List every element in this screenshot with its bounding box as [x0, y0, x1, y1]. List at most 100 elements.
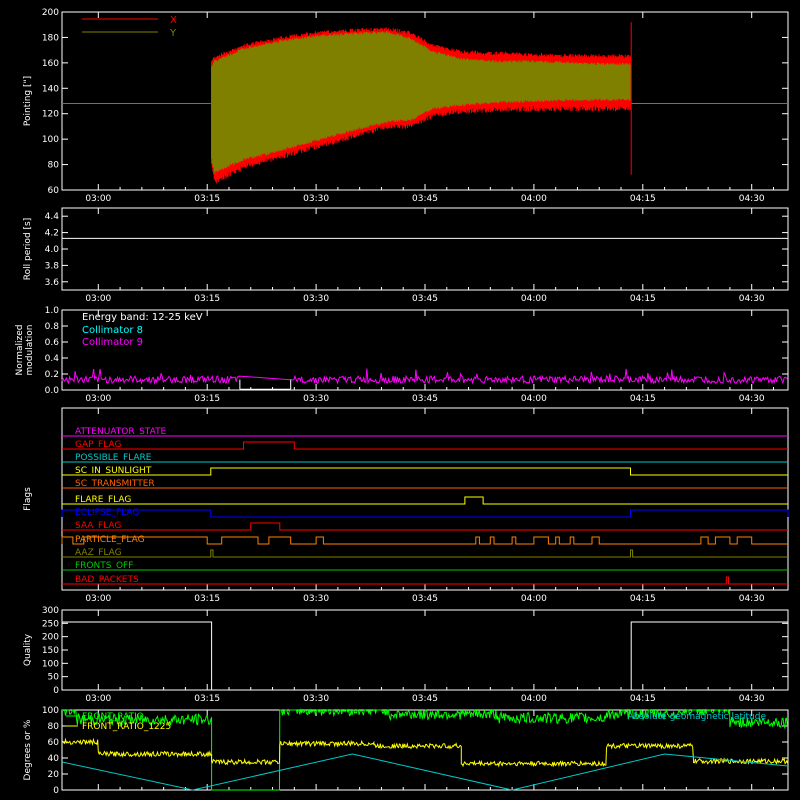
- modulation-ytick-label: 0.8: [45, 322, 60, 332]
- modulation-ytick-label: 0.4: [45, 354, 60, 364]
- modulation-ylabel: Normalized: [15, 324, 25, 375]
- flag-label-flare-flag: FLARE_FLAG: [75, 495, 131, 505]
- flag-trace-flare-flag: [62, 496, 788, 505]
- flag-label-sc-transmitter: SC_TRANSMITTER: [75, 479, 155, 489]
- flag-label-particle-flag: PARTICLE_FLAG: [75, 535, 145, 545]
- quality-time-label: 03:00: [85, 694, 111, 704]
- pointing-ytick-label: 160: [42, 59, 59, 69]
- modulation-time-label: 03:45: [412, 394, 438, 404]
- flag-label-sc-in-sunlight: SC_IN_SUNLIGHT: [75, 466, 152, 476]
- pointing-ytick-label: 60: [48, 186, 60, 196]
- roll-ytick-label: 4.4: [45, 212, 60, 222]
- flags-time-label: 03:00: [85, 594, 111, 604]
- modulation-energy-band: Energy band: 12-25 keV: [82, 312, 203, 323]
- roll-time-label: 04:00: [521, 294, 547, 304]
- roll-ytick-label: 4.2: [45, 229, 59, 239]
- flags-time-label: 04:30: [739, 594, 765, 604]
- pointing-time-label: 04:30: [739, 194, 765, 204]
- modulation-time-label: 03:15: [194, 394, 220, 404]
- modulation-ylabel: modulation: [25, 325, 35, 376]
- flag-label-bad-packets: BAD_PACKETS: [75, 575, 139, 585]
- modulation-time-label: 04:30: [739, 394, 765, 404]
- flag-label-saa-flag: SAA_FLAG: [75, 521, 121, 531]
- modulation-time-label: 03:00: [85, 394, 111, 404]
- quality-time-label: 04:00: [521, 694, 547, 704]
- flag-trace-saa-flag: [62, 522, 788, 531]
- modulation-ytick-label: 1.0: [45, 306, 60, 316]
- quality-ytick-label: 0: [53, 686, 59, 696]
- flag-label-attenuator-state: ATTENUATOR_STATE: [75, 427, 167, 437]
- flag-trace-particle-flag: [61, 536, 788, 545]
- flags-time-label: 03:45: [412, 594, 438, 604]
- pointing-time-label: 03:30: [303, 194, 329, 204]
- quality-ytick-label: 250: [42, 619, 59, 629]
- roll-time-label: 04:15: [630, 294, 656, 304]
- modulation-time-label: 03:30: [303, 394, 329, 404]
- ratios-ytick-label: 60: [48, 738, 60, 748]
- modulation-time-label: 04:15: [630, 394, 656, 404]
- legend-label-y: Y: [169, 28, 177, 39]
- pointing-ytick-label: 200: [42, 8, 59, 18]
- flags-time-label: 04:15: [630, 594, 656, 604]
- pointing-time-label: 03:00: [85, 194, 111, 204]
- pointing-ylabel: Pointing ["]: [23, 76, 33, 126]
- pointing-time-label: 03:15: [194, 194, 220, 204]
- quality-ylabel: Quality: [23, 633, 33, 666]
- pointing-time-label: 04:00: [521, 194, 547, 204]
- roll-ytick-label: 4.0: [45, 245, 60, 255]
- quality-ytick-label: 100: [42, 659, 59, 669]
- quality-series: [62, 621, 788, 691]
- ratio-front-1225-series: [61, 737, 789, 768]
- pointing-ytick-label: 120: [42, 110, 59, 120]
- flags-time-label: 03:15: [194, 594, 220, 604]
- flag-label-possible-flare: POSSIBLE_FLARE: [75, 453, 152, 463]
- legend-label-front-ratio: FRONT_RATIO: [82, 712, 144, 722]
- roll-frame: [61, 207, 789, 291]
- quality-ytick-label: 200: [42, 633, 59, 643]
- quality-time-label: 03:30: [303, 694, 329, 704]
- modulation-ytick-label: 0.6: [45, 338, 60, 348]
- flag-trace-eclipse-flag: [61, 509, 789, 518]
- quality-time-label: 04:30: [739, 694, 765, 704]
- flags-frame: [61, 407, 789, 591]
- flag-trace-gap-flag: [62, 441, 788, 450]
- quality-time-label: 04:15: [630, 694, 656, 704]
- legend-label-geomagnetic-latitude: Absolute geomagnetic latitude: [627, 712, 766, 722]
- legend-label-collimator-9: Collimator 9: [82, 337, 143, 348]
- ratios-ylabel: Degrees or %: [23, 719, 33, 780]
- roll-time-label: 03:00: [85, 294, 111, 304]
- pointing-ytick-label: 180: [42, 33, 59, 43]
- modulation-collimator9-series: [61, 368, 788, 386]
- flag-label-gap-flag: GAP_FLAG: [75, 440, 121, 450]
- roll-time-label: 03:45: [412, 294, 438, 304]
- pointing-time-label: 03:45: [412, 194, 438, 204]
- ratios-ytick-label: 80: [48, 722, 60, 732]
- flags-time-label: 04:00: [521, 594, 547, 604]
- roll-time-label: 03:15: [194, 294, 220, 304]
- roll-time-label: 03:30: [303, 294, 329, 304]
- quality-ytick-label: 150: [42, 646, 59, 656]
- roll-time-label: 04:30: [739, 294, 765, 304]
- modulation-ytick-label: 0.0: [45, 386, 60, 396]
- pointing-time-label: 04:15: [630, 194, 656, 204]
- flag-label-aaz-flag: AAZ_FLAG: [75, 548, 122, 558]
- pointing-ytick-label: 100: [42, 135, 59, 145]
- roll-ytick-label: 3.8: [45, 261, 60, 271]
- flags-time-label: 03:30: [303, 594, 329, 604]
- quality-ytick-label: 300: [42, 606, 59, 616]
- chart-figure: 6080100120140160180200Pointing ["]03:00 0…: [15, 8, 789, 796]
- flags-ylabel: Flags: [23, 487, 33, 511]
- legend-label-collimator-8: Collimator 8: [82, 325, 143, 336]
- ratios-ytick-label: 100: [42, 706, 59, 716]
- quality-ytick-label: 50: [48, 673, 60, 683]
- pointing-ytick-label: 80: [48, 161, 60, 171]
- ratios-ytick-label: 0: [53, 786, 59, 796]
- legend-label-front-ratio-1225: FRONT_RATIO_1225: [82, 722, 171, 732]
- flag-label-eclipse-flag: ECLIPSE_FLAG: [75, 508, 139, 518]
- ratios-ytick-label: 20: [48, 770, 60, 780]
- quality-time-label: 03:45: [412, 694, 438, 704]
- flag-trace-aaz-flag: [62, 549, 788, 558]
- flag-label-fronts-off: FRONTS_OFF: [75, 561, 133, 571]
- flag-trace-sc-in-sunlight: [62, 467, 788, 476]
- roll-ylabel: Roll period [s]: [23, 218, 33, 280]
